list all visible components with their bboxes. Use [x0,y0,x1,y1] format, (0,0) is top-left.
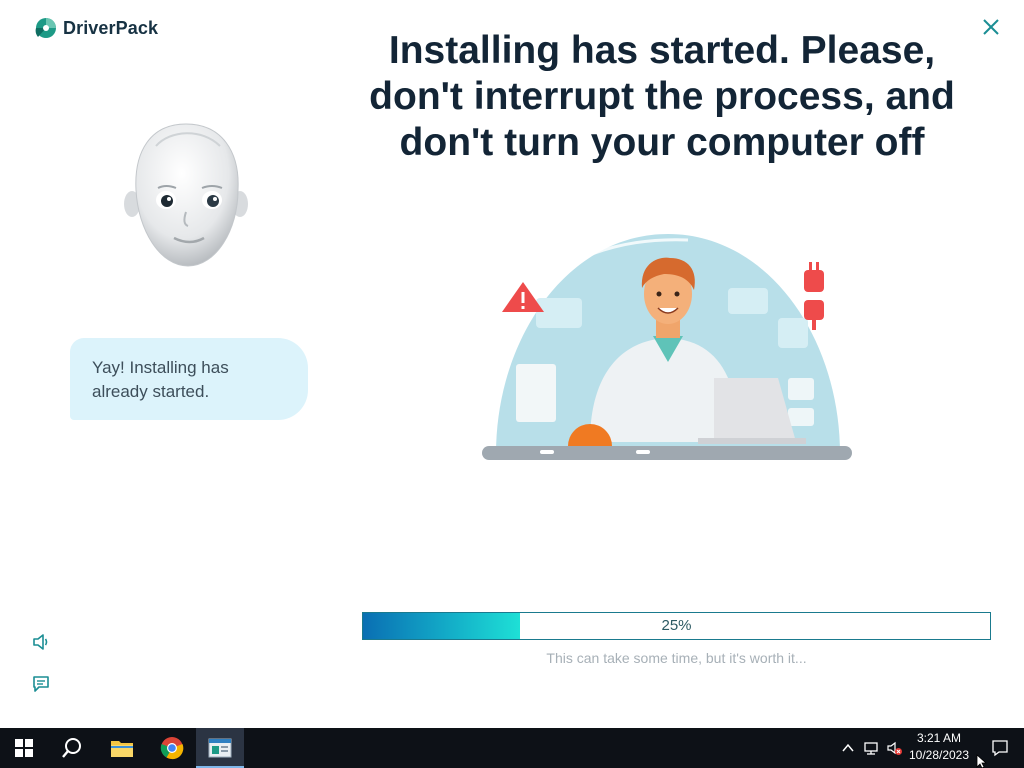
page-title-line-2: don't interrupt the process, and [369,75,955,118]
page-title-line-3: don't turn your computer off [399,121,925,164]
chat-icon[interactable] [31,674,51,694]
clock-date: 10/28/2023 [908,748,970,762]
clock-time: 3:21 AM [916,731,962,745]
installer-illustration [482,234,852,460]
page-title: Installing has started. Please, don't in… [352,28,972,166]
chrome-icon [160,737,184,760]
volume-muted-icon[interactable] [886,740,902,756]
mouse-cursor-icon [976,754,988,768]
taskbar-search-button[interactable] [48,728,96,768]
assistant-message-line-2: already started. [92,382,210,401]
driverpack-window: DriverPack Installing has started. Pleas… [0,0,1024,728]
assistant-message-line-1: Yay! Installing has [92,358,229,377]
taskbar-file-explorer[interactable] [98,728,146,768]
assistant-message-bubble: Yay! Installing has already started. [70,338,308,420]
taskbar-driverpack[interactable] [196,728,244,768]
folder-icon [111,741,133,757]
taskbar: 3:21 AM 10/28/2023 [0,728,1024,768]
brand: DriverPack [35,16,158,40]
close-icon[interactable] [978,14,1004,40]
notification-icon [992,740,1008,757]
install-progress-bar: 25% [362,612,991,640]
brand-name: DriverPack [63,17,159,38]
assistant-avatar [124,123,248,267]
windows-icon [15,739,33,757]
progress-hint: This can take some time, but it's worth … [546,650,807,666]
taskbar-chrome[interactable] [148,728,196,768]
system-clock[interactable]: 3:21 AM 10/28/2023 [906,730,972,764]
page-title-line-1: Installing has started. Please, [388,29,936,72]
speaker-icon[interactable] [31,632,51,652]
start-button[interactable] [0,728,48,768]
chevron-up-icon[interactable] [840,740,856,756]
network-icon[interactable] [863,740,879,756]
app-window-icon [208,738,232,758]
search-icon [62,738,81,758]
progress-percent-label: 25% [661,617,692,634]
driverpack-logo-icon [35,18,56,38]
